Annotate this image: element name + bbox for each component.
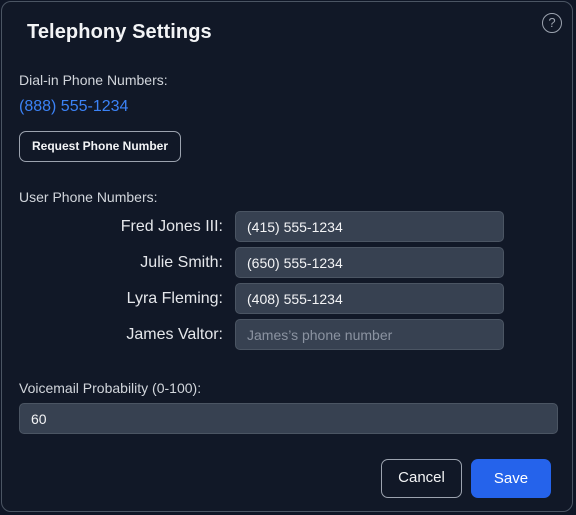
user-row-lyra-fleming: Lyra Fleming: [2, 283, 574, 314]
user-name-label: Lyra Fleming: [126, 290, 223, 307]
voicemail-probability-input[interactable] [19, 403, 558, 434]
user-phone-input-lyra-fleming[interactable] [235, 283, 504, 314]
user-row-fred-jones: Fred Jones III: [2, 211, 574, 242]
voicemail-probability-label: Voicemail Probability (0-100): [19, 380, 202, 396]
user-phone-input-fred-jones[interactable] [235, 211, 504, 242]
request-phone-number-button[interactable]: Request Phone Number [19, 131, 181, 162]
telephony-settings-dialog: Telephony Settings ? Dial-in Phone Numbe… [1, 1, 573, 512]
cancel-button[interactable]: Cancel [381, 459, 462, 498]
user-name-label: Julie Smith: [140, 254, 223, 271]
help-icon[interactable]: ? [542, 13, 562, 33]
user-name-label: James Valtor: [126, 326, 223, 343]
user-phone-input-james-valtor[interactable] [235, 319, 504, 350]
user-row-james-valtor: James Valtor: [2, 319, 574, 350]
user-phone-input-julie-smith[interactable] [235, 247, 504, 278]
save-button[interactable]: Save [471, 459, 551, 498]
dialog-title: Telephony Settings [27, 21, 212, 43]
dial-in-number-link[interactable]: (888) 555-1234 [19, 98, 128, 116]
user-name-label: Fred Jones III: [120, 218, 223, 235]
dial-in-label: Dial-in Phone Numbers: [19, 72, 168, 88]
user-numbers-label: User Phone Numbers: [19, 189, 158, 205]
user-row-julie-smith: Julie Smith: [2, 247, 574, 278]
